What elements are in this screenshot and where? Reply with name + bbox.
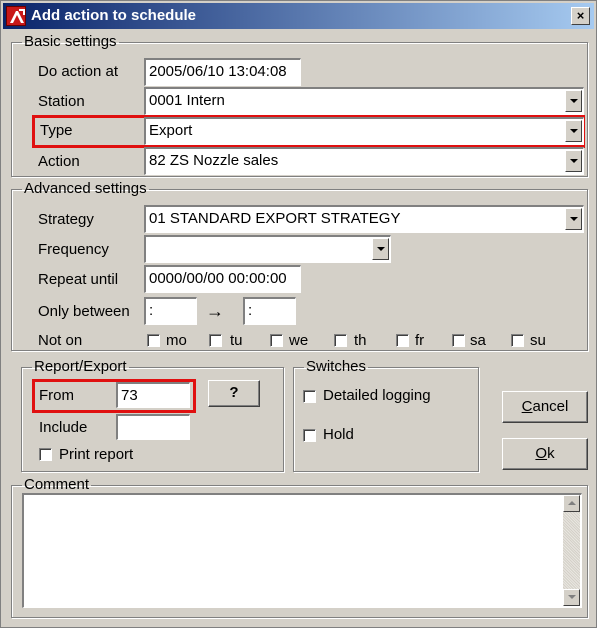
chevron-down-icon[interactable] <box>372 238 389 260</box>
checkbox-fr[interactable] <box>396 334 409 347</box>
strategy-select[interactable]: 01 STANDARD EXPORT STRATEGY <box>144 205 584 233</box>
arrow-right-icon: → <box>206 301 224 321</box>
only-between-label: Only between <box>38 303 130 320</box>
do-action-at-label: Do action at <box>38 63 119 80</box>
checkbox-th[interactable] <box>334 334 347 347</box>
station-label: Station <box>38 93 85 110</box>
station-select[interactable]: 0001 Intern <box>144 87 584 115</box>
ok-button[interactable]: Ok <box>502 438 588 470</box>
action-select[interactable]: 82 ZS Nozzle sales <box>144 147 584 175</box>
from-label: From <box>39 387 74 404</box>
day-label-su: su <box>530 332 546 349</box>
close-icon[interactable]: × <box>571 7 590 25</box>
cancel-accelerator: C <box>521 398 533 415</box>
from-field[interactable]: 73 <box>116 382 190 408</box>
detailed-logging-label: Detailed logging <box>323 387 431 404</box>
app-icon <box>6 6 26 26</box>
chevron-down-icon[interactable] <box>565 90 582 112</box>
dialog-window: Add action to schedule × Basic settings … <box>0 0 597 628</box>
do-action-at-field[interactable]: 2005/06/10 13:04:08 <box>144 58 301 86</box>
cancel-button[interactable]: Cancel <box>502 391 588 423</box>
switches-group: Switches <box>293 359 479 472</box>
checkbox-we[interactable] <box>270 334 283 347</box>
chevron-down-icon[interactable] <box>565 120 582 142</box>
advanced-settings-legend: Advanced settings <box>24 180 147 197</box>
scroll-down-icon[interactable] <box>563 589 580 606</box>
lookup-button[interactable]: ? <box>208 380 260 407</box>
frequency-label: Frequency <box>38 241 109 258</box>
strategy-label: Strategy <box>38 211 94 228</box>
include-label: Include <box>39 419 88 436</box>
basic-settings-legend: Basic settings <box>24 33 117 50</box>
type-value: Export <box>149 122 193 139</box>
between-from-field[interactable]: : <box>144 297 197 325</box>
window-title: Add action to schedule <box>31 7 197 24</box>
comment-scrollbar[interactable] <box>563 495 580 606</box>
action-label: Action <box>38 153 80 170</box>
checkbox-mo[interactable] <box>147 334 160 347</box>
switches-legend: Switches <box>306 358 367 375</box>
checkbox-sa[interactable] <box>452 334 465 347</box>
type-label: Type <box>40 122 73 139</box>
include-field[interactable] <box>116 414 190 440</box>
day-label-sa: sa <box>470 332 486 349</box>
checkbox-tu[interactable] <box>209 334 222 347</box>
repeat-until-label: Repeat until <box>38 271 119 288</box>
action-value: 82 ZS Nozzle sales <box>149 152 279 169</box>
day-label-we: we <box>289 332 309 349</box>
repeat-until-field[interactable]: 0000/00/00 00:00:00 <box>144 265 301 293</box>
detailed-logging-checkbox[interactable] <box>303 390 316 403</box>
day-label-mo: mo <box>166 332 187 349</box>
cancel-label: ancel <box>532 398 569 415</box>
between-to-field[interactable]: : <box>243 297 296 325</box>
comment-textarea[interactable] <box>22 493 582 608</box>
strategy-value: 01 STANDARD EXPORT STRATEGY <box>149 210 401 227</box>
scroll-up-icon[interactable] <box>563 495 580 512</box>
frequency-select[interactable] <box>144 235 391 263</box>
day-label-tu: tu <box>230 332 243 349</box>
not-on-label: Not on <box>38 332 83 349</box>
print-report-checkbox[interactable] <box>39 448 52 461</box>
ok-accelerator: O <box>535 445 548 462</box>
chevron-down-icon[interactable] <box>565 208 582 230</box>
title-bar[interactable]: Add action to schedule × <box>3 3 594 29</box>
comment-legend: Comment <box>24 476 90 493</box>
ok-label: k <box>547 445 555 462</box>
day-label-th: th <box>354 332 367 349</box>
report-export-legend: Report/Export <box>34 358 127 375</box>
day-label-fr: fr <box>415 332 425 349</box>
hold-checkbox[interactable] <box>303 429 316 442</box>
chevron-down-icon[interactable] <box>565 150 582 172</box>
hold-label: Hold <box>323 426 354 443</box>
station-value: 0001 Intern <box>149 92 225 109</box>
checkbox-su[interactable] <box>511 334 524 347</box>
print-report-label: Print report <box>59 446 134 463</box>
type-select[interactable]: Export <box>144 117 584 145</box>
